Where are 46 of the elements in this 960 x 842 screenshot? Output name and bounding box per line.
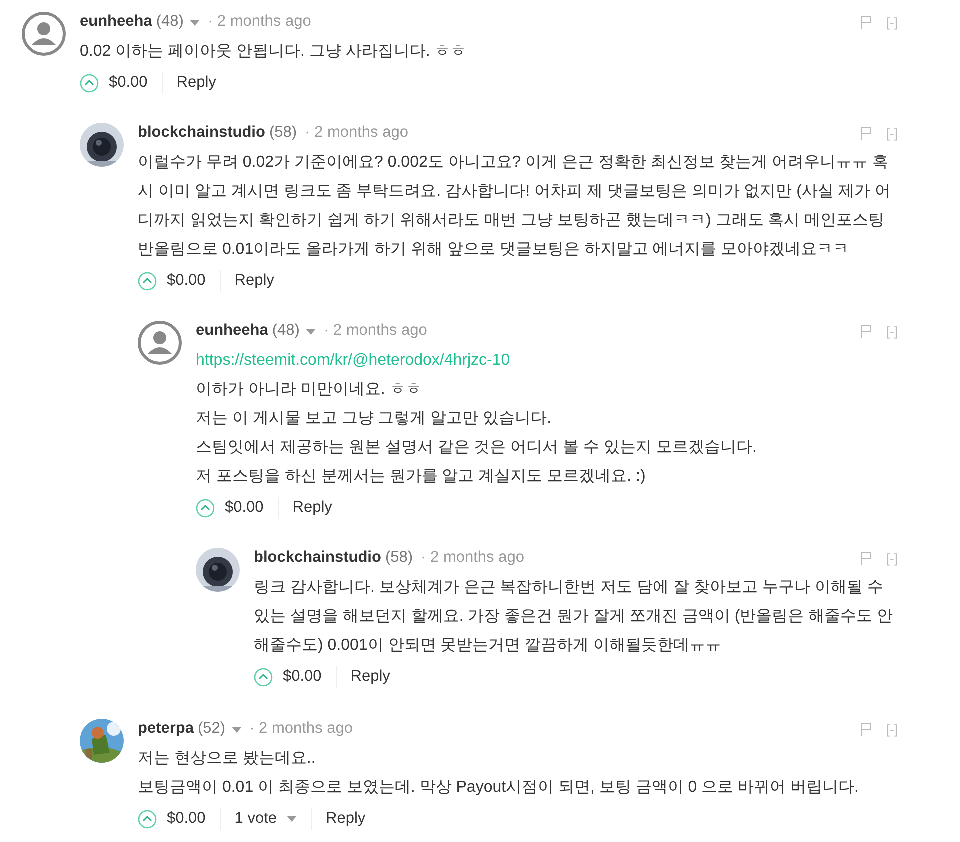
- flag-icon[interactable]: [861, 16, 872, 28]
- reputation-score: (48): [156, 13, 184, 31]
- caret-icon[interactable]: [306, 329, 316, 335]
- flag-icon[interactable]: [861, 722, 872, 736]
- reputation-score: (58): [385, 549, 414, 567]
- upvote-icon[interactable]: [138, 810, 157, 828]
- comment-text: 저는 이 게시물 보고 그냥 그렇게 알고만 있습니다.: [196, 409, 553, 429]
- reply-link[interactable]: Reply: [292, 499, 332, 517]
- comment-text: 이럴수가 무려 0.02가 기준이에요? 0.002도 아니고요? 이게 은근 정확한 최신정보 찾는게 어려우니ㅠㅠ 혹시 이미 알고 계시면 링크도 좀 부탁드려요. 감사합니다! 어차피 제 댓글보팅은 의미가 없지만 (사실 제가 어디까지 읽었는지 확인하기 쉽게 하기 위해서라도 매번 그냥 보팅하곤 했는데ㅋㅋ) 그래도 혹시 메인포스팅 반올림으로 0.01이라도 올라가게 하기 위해 앞으로 댓글보팅은 하지말고 에너지를 모아야겠네요ㅋㅋ: [138, 153, 892, 260]
- flag-icon[interactable]: [861, 126, 872, 140]
- comment-text: 저는 현상으로 봤는데요..: [138, 749, 317, 769]
- author-name[interactable]: blockchainstudio: [254, 549, 382, 567]
- reply-link[interactable]: Reply: [326, 810, 366, 828]
- upvote-icon[interactable]: [254, 668, 273, 686]
- reply-link[interactable]: Reply: [350, 668, 390, 686]
- flag-icon[interactable]: [861, 324, 872, 338]
- avatar-icon: [138, 321, 182, 365]
- caret-icon[interactable]: [287, 816, 298, 822]
- author-name[interactable]: blockchainstudio: [138, 124, 266, 142]
- reply-link[interactable]: Reply: [234, 272, 274, 290]
- flag-icon[interactable]: [861, 552, 872, 564]
- reputation-score: (48): [272, 322, 300, 340]
- author-name[interactable]: peterpa: [138, 720, 194, 738]
- reputation-score: (52): [198, 720, 226, 738]
- payout-amount[interactable]: $0.00: [167, 810, 206, 828]
- avatar-icon: [22, 12, 66, 56]
- upvote-icon[interactable]: [138, 272, 157, 290]
- comment-text: 스팀잇에서 제공하는 원본 설명서 같은 것은 어디서 볼 수 있는지 모르겠습니다.: [196, 438, 758, 458]
- upvote-icon[interactable]: [80, 74, 99, 92]
- comment-text: 0.02 이하는 페이아웃 안됩니다. 그냥 사라집니다. ㅎㅎ: [80, 42, 468, 62]
- caret-icon[interactable]: [232, 727, 242, 733]
- payout-amount[interactable]: $0.00: [167, 272, 206, 290]
- reputation-score: (58): [269, 124, 298, 142]
- author-name[interactable]: eunheeha: [196, 322, 268, 340]
- caret-icon[interactable]: [190, 20, 200, 26]
- comment-text: 저 포스팅을 하신 분께서는 뭔가를 알고 계실지도 모르겠네요. :): [196, 467, 647, 487]
- comment-text: 이하가 아니라 미만이네요. ㅎㅎ: [196, 380, 423, 400]
- payout-amount[interactable]: $0.00: [109, 74, 148, 92]
- payout-amount[interactable]: $0.00: [225, 499, 264, 517]
- vote-count[interactable]: 1 vote: [234, 810, 298, 828]
- comment-text: 보팅금액이 0.01 이 최종으로 보였는데. 막상 Payout시점이 되면, 보팅 금액이 0 으로 바뀌어 버립니다.: [138, 778, 860, 798]
- comment-text: 링크 감사합니다. 보상체계가 은근 복잡하니한번 저도 담에 잘 찾아보고 누구나 이해될 수 있는 설명을 해보던지 할께요. 가장 좋은건 뭔가 잘게 쪼개진 금액이 (반올림은 해줄수도 안해줄수도) 0.001이 안되면 못받는거면 깔끔하게 이해될듯한데ㅠㅠ: [254, 578, 894, 656]
- payout-amount[interactable]: $0.00: [283, 668, 322, 686]
- reply-link[interactable]: Reply: [176, 74, 216, 92]
- author-name[interactable]: eunheeha: [80, 13, 152, 31]
- upvote-icon[interactable]: [196, 498, 215, 518]
